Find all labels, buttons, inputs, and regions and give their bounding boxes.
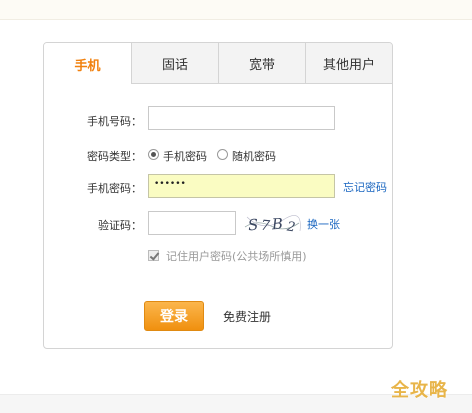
remember-password-label: 记住用户密码(公共场所慎用): [166, 250, 307, 263]
login-button[interactable]: 登录: [144, 301, 204, 331]
phone-label: 手机号码：: [87, 115, 142, 128]
tab-landline[interactable]: 固话: [131, 43, 218, 84]
radio-phone-password[interactable]: [148, 149, 159, 160]
captcha-image[interactable]: S 7 B 2: [243, 211, 301, 237]
password-label: 手机密码：: [87, 182, 142, 195]
tab-broadband[interactable]: 宽带: [218, 43, 305, 84]
top-bar: [0, 0, 472, 20]
tab-mobile[interactable]: 手机: [44, 43, 131, 85]
password-input[interactable]: ••••••: [148, 174, 335, 198]
phone-input[interactable]: [148, 106, 335, 130]
password-type-label: 密码类型：: [87, 150, 142, 163]
radio-random-password[interactable]: [217, 149, 228, 160]
site-watermark: 全攻略: [391, 380, 448, 401]
captcha-char: B: [270, 215, 283, 234]
captcha-char: 7: [260, 218, 270, 235]
captcha-refresh-link[interactable]: 换一张: [307, 216, 340, 232]
login-tabs: 手机 固话 宽带 其他用户: [44, 43, 392, 85]
forgot-password-link[interactable]: 忘记密码: [343, 179, 387, 195]
radio-phone-password-label: 手机密码: [163, 150, 207, 163]
captcha-input[interactable]: [148, 211, 236, 235]
captcha-char: S: [247, 216, 259, 235]
register-link[interactable]: 免费注册: [223, 308, 271, 325]
password-mask: ••••••: [154, 179, 186, 189]
remember-password-checkbox[interactable]: [148, 250, 159, 261]
captcha-label: 验证码：: [98, 219, 142, 232]
tab-other-users[interactable]: 其他用户: [305, 43, 392, 84]
radio-random-password-label: 随机密码: [232, 150, 276, 163]
